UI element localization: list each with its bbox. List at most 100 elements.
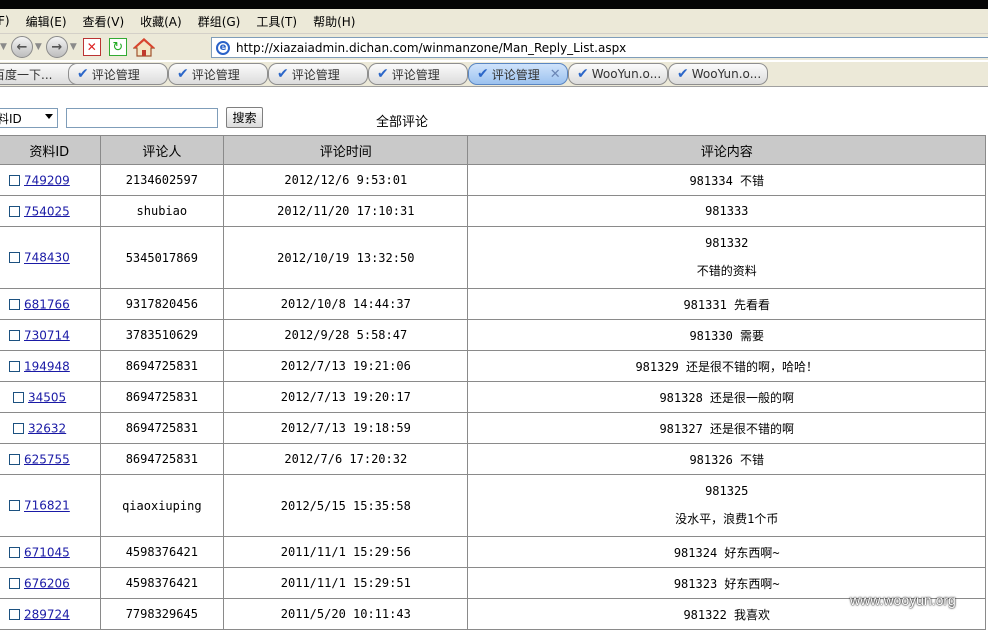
row-checkbox[interactable] bbox=[9, 174, 20, 186]
menu-groups[interactable]: 群组(G) bbox=[190, 13, 249, 30]
table-row: 625755 8694725831 2012/7/6 17:20:32 981326 … bbox=[0, 443, 986, 475]
row-checkbox[interactable] bbox=[9, 577, 20, 589]
cell-comment-content: 981333 bbox=[467, 195, 986, 227]
home-icon bbox=[132, 38, 155, 57]
table-row: 34505 8694725831 2012/7/13 19:20:17 981328 … bbox=[0, 381, 986, 413]
tab-close-icon[interactable]: ✕ bbox=[550, 67, 561, 82]
header-comment-content[interactable]: 评论内容 bbox=[467, 135, 986, 165]
back-dropdown-icon[interactable]: ▼ bbox=[35, 42, 42, 52]
cell-comment-content: 981327 还是很不错的啊 bbox=[467, 412, 986, 444]
tab-3[interactable]: ✔ 评论管理 bbox=[268, 63, 368, 85]
table-row: 749209 2134602597 2012/12/6 9:53:01 981334 … bbox=[0, 164, 986, 196]
search-button[interactable]: 搜索 bbox=[226, 107, 263, 128]
tab-2[interactable]: ✔ 评论管理 bbox=[168, 63, 268, 85]
home-button[interactable] bbox=[132, 36, 155, 58]
comment-text: 981330 需要 bbox=[689, 328, 765, 343]
cell-commenter: 9317820456 bbox=[99, 288, 225, 320]
table-header-row: 资料ID 评论人 评论时间 评论内容 bbox=[0, 135, 986, 165]
address-bar[interactable]: e http://xiazaiadmin.dichan.com/winmanzo… bbox=[211, 37, 988, 58]
tab-label: 评论管理 bbox=[491, 67, 540, 82]
tab-check-icon: ✔ bbox=[577, 66, 589, 82]
row-checkbox[interactable] bbox=[13, 422, 24, 434]
row-checkbox[interactable] bbox=[9, 329, 20, 341]
resource-id-link[interactable]: 194948 bbox=[24, 359, 70, 373]
tab-check-icon: ✔ bbox=[377, 66, 389, 82]
row-checkbox[interactable] bbox=[9, 608, 20, 620]
tab-7[interactable]: ✔ WooYun.o... bbox=[668, 63, 768, 85]
forward-button[interactable]: → bbox=[45, 36, 68, 58]
resource-id-link[interactable]: 32632 bbox=[28, 421, 66, 435]
cell-resource-id: 754025 bbox=[0, 195, 101, 227]
cell-resource-id: 671045 bbox=[0, 536, 101, 568]
resource-id-link[interactable]: 676206 bbox=[24, 576, 70, 590]
resource-id-link[interactable]: 716821 bbox=[24, 499, 70, 513]
tab-check-icon: ✔ bbox=[277, 66, 289, 82]
resource-id-link[interactable]: 625755 bbox=[24, 452, 70, 466]
cell-commenter: 4598376421 bbox=[99, 536, 225, 568]
menu-help[interactable]: 帮助(H) bbox=[305, 13, 363, 30]
header-comment-time[interactable]: 评论时间 bbox=[223, 135, 469, 165]
comment-text: 981324 好东西啊~ bbox=[673, 545, 780, 560]
title-bar bbox=[0, 0, 988, 9]
cell-resource-id: 716821 bbox=[0, 474, 101, 537]
search-input[interactable] bbox=[66, 108, 218, 128]
cell-resource-id: 32632 bbox=[0, 412, 101, 444]
back-button[interactable]: ← bbox=[10, 36, 33, 58]
cell-commenter: 8694725831 bbox=[99, 381, 225, 413]
menu-file[interactable]: F) bbox=[0, 14, 18, 28]
row-checkbox[interactable] bbox=[9, 546, 20, 558]
table-row: 32632 8694725831 2012/7/13 19:18:59 981327 … bbox=[0, 412, 986, 444]
cell-comment-time: 2012/12/6 9:53:01 bbox=[223, 164, 469, 196]
row-checkbox[interactable] bbox=[9, 360, 20, 372]
forward-arrow-icon: → bbox=[45, 36, 68, 58]
cell-commenter: shubiao bbox=[99, 195, 225, 227]
menu-view[interactable]: 查看(V) bbox=[75, 13, 133, 30]
row-checkbox[interactable] bbox=[9, 453, 20, 465]
tab-4[interactable]: ✔ 评论管理 bbox=[368, 63, 468, 85]
resource-id-link[interactable]: 730714 bbox=[24, 328, 70, 342]
toolbar-left-dropdown-icon[interactable]: ▼ bbox=[0, 42, 7, 52]
cell-commenter: qiaoxiuping bbox=[99, 474, 225, 537]
table-row: 681766 9317820456 2012/10/8 14:44:37 981331… bbox=[0, 288, 986, 320]
tab-1[interactable]: ✔ 评论管理 bbox=[68, 63, 168, 85]
tab-label: WooYun.o... bbox=[591, 67, 662, 81]
resource-id-link[interactable]: 749209 bbox=[24, 173, 70, 187]
table-row: 676206 4598376421 2011/11/1 15:29:51 981323… bbox=[0, 567, 986, 599]
forward-dropdown-icon[interactable]: ▼ bbox=[70, 42, 77, 52]
cell-resource-id: 749209 bbox=[0, 164, 101, 196]
comment-text: 981328 还是很一般的啊 bbox=[659, 390, 795, 405]
stop-button[interactable]: ✕ bbox=[81, 36, 103, 58]
row-checkbox[interactable] bbox=[9, 500, 20, 512]
row-checkbox[interactable] bbox=[9, 205, 20, 217]
comment-text: 981323 好东西啊~ bbox=[673, 576, 780, 591]
cell-resource-id: 34505 bbox=[0, 381, 101, 413]
table-row: 289724 7798329645 2011/5/20 10:11:43 981322… bbox=[0, 598, 986, 630]
row-checkbox[interactable] bbox=[9, 298, 20, 310]
menu-favorites[interactable]: 收藏(A) bbox=[132, 13, 190, 30]
search-field-select[interactable]: 料ID bbox=[0, 108, 58, 128]
cell-resource-id: 289724 bbox=[0, 598, 101, 630]
address-url[interactable]: http://xiazaiadmin.dichan.com/winmanzone… bbox=[236, 41, 626, 55]
header-resource-id[interactable]: 资料ID bbox=[0, 135, 101, 165]
header-commenter[interactable]: 评论人 bbox=[99, 135, 225, 165]
tab-label: 评论管理 bbox=[191, 67, 240, 82]
cell-commenter: 2134602597 bbox=[99, 164, 225, 196]
cell-resource-id: 681766 bbox=[0, 288, 101, 320]
table-row: 716821 qiaoxiuping 2012/5/15 15:35:58 98132… bbox=[0, 474, 986, 537]
resource-id-link[interactable]: 34505 bbox=[28, 390, 66, 404]
resource-id-link[interactable]: 671045 bbox=[24, 545, 70, 559]
tab-5[interactable]: ✔ 评论管理 ✕ bbox=[468, 63, 568, 85]
row-checkbox[interactable] bbox=[13, 391, 24, 403]
resource-id-link[interactable]: 681766 bbox=[24, 297, 70, 311]
select-arrow-icon bbox=[45, 114, 53, 119]
resource-id-link[interactable]: 754025 bbox=[24, 204, 70, 218]
menu-edit[interactable]: 编辑(E) bbox=[18, 13, 75, 30]
cell-comment-content: 981332 不错的资料 bbox=[467, 226, 986, 289]
menu-tools[interactable]: 工具(T) bbox=[248, 13, 305, 30]
refresh-button[interactable]: ↻ bbox=[107, 36, 129, 58]
resource-id-link[interactable]: 748430 bbox=[24, 251, 70, 265]
resource-id-link[interactable]: 289724 bbox=[24, 607, 70, 621]
tab-6[interactable]: ✔ WooYun.o... bbox=[568, 63, 668, 85]
comment-text: 981332 bbox=[705, 236, 749, 250]
row-checkbox[interactable] bbox=[9, 252, 20, 264]
